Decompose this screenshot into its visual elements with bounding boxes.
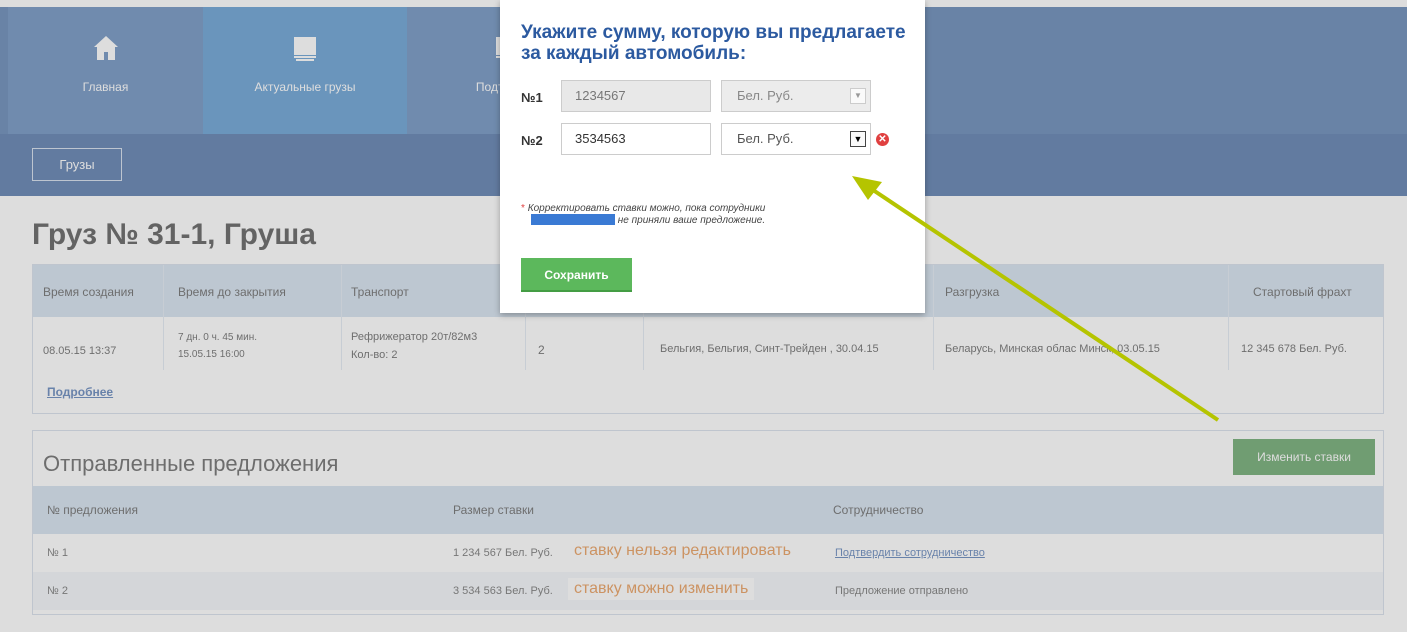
rate-input-2[interactable]: 3534563 xyxy=(561,123,711,155)
footnote: * Корректировать ставки можно, пока сотр… xyxy=(521,203,766,226)
currency-select-2[interactable]: Бел. Руб. ▼ xyxy=(721,123,871,155)
currency-select-2-value: Бел. Руб. xyxy=(737,131,794,146)
rate-modal: Укажите сумму, которую вы предлагаете за… xyxy=(500,0,925,313)
footnote-line-1: Корректировать ставки можно, пока сотруд… xyxy=(527,203,766,214)
rate-input-1: 1234567 xyxy=(561,80,711,112)
redacted-block xyxy=(531,214,615,225)
row-label-2: №2 xyxy=(521,133,543,148)
row-label-1: №1 xyxy=(521,90,543,105)
currency-select-1-value: Бел. Руб. xyxy=(737,88,794,103)
remove-icon[interactable]: ✕ xyxy=(876,133,889,146)
save-button[interactable]: Сохранить xyxy=(521,258,632,292)
footnote-line-2: не приняли ваше предложение. xyxy=(617,215,766,226)
modal-title: Укажите сумму, которую вы предлагаете за… xyxy=(521,22,906,64)
chevron-down-icon: ▼ xyxy=(850,88,866,104)
currency-select-1: Бел. Руб. ▼ xyxy=(721,80,871,112)
chevron-down-icon[interactable]: ▼ xyxy=(850,131,866,147)
